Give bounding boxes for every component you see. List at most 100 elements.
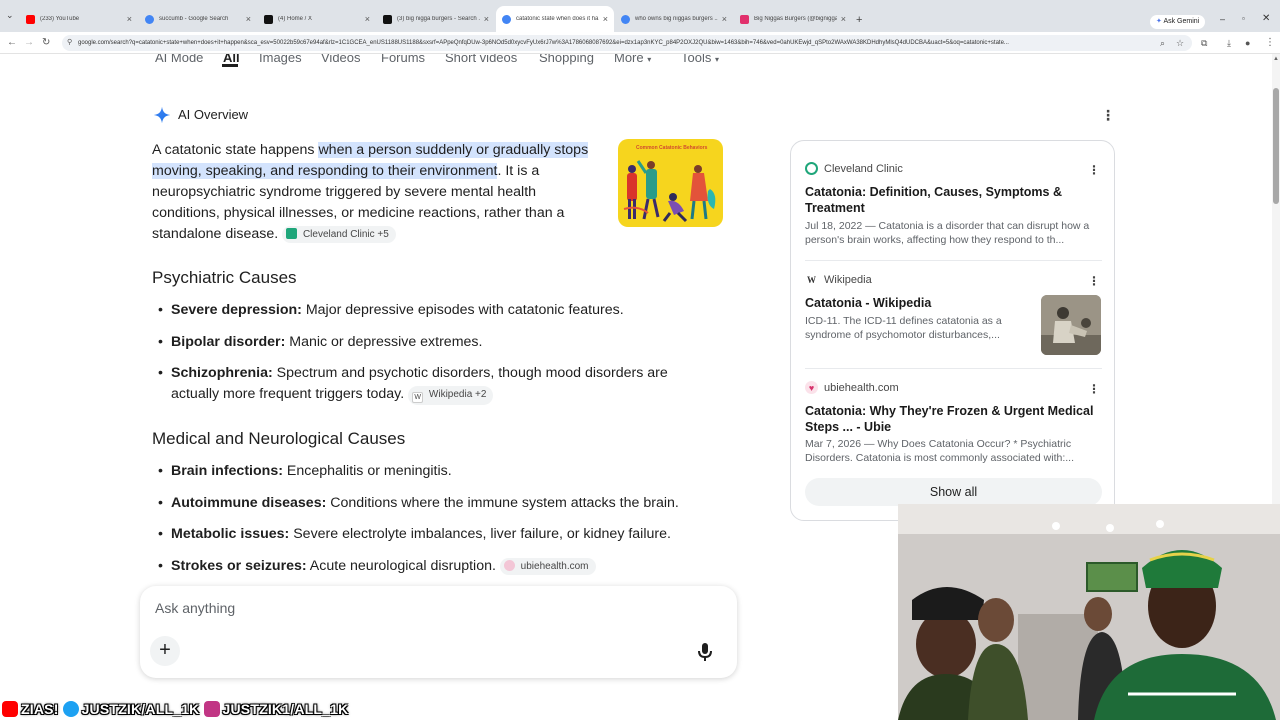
close-tab-icon[interactable]: × xyxy=(127,14,132,24)
browser-tab[interactable]: who owns big niggas burgers ... × xyxy=(615,6,733,32)
tab-short-videos[interactable]: Short videos xyxy=(445,54,517,65)
youtube-favicon-icon xyxy=(26,14,35,24)
scroll-up-arrow-icon[interactable]: ▲ xyxy=(1273,56,1279,62)
tab-title: who owns big niggas burgers ... xyxy=(635,16,718,22)
source-snippet: Mar 7, 2026 — Why Does Catatonia Occur? … xyxy=(805,438,1075,464)
microphone-icon[interactable] xyxy=(693,640,717,664)
social-handles-overlay: ZIAS! JUSTZIK/ALL_1K JUSTZIK1/ALL_1K xyxy=(0,697,420,720)
list-item-text: Acute neurological disruption. xyxy=(306,558,496,574)
tab-videos[interactable]: Videos xyxy=(321,54,361,65)
tab-tools-label: Tools xyxy=(681,54,712,65)
source-site[interactable]: W Wikipedia xyxy=(805,273,872,286)
source-snippet: Jul 18, 2022 — Catatonia is a disorder t… xyxy=(805,220,1090,246)
divider xyxy=(805,260,1102,261)
list-item-term: Metabolic issues: xyxy=(171,526,290,542)
maximize-window-icon[interactable]: ▫ xyxy=(1242,14,1245,23)
close-tab-icon[interactable]: × xyxy=(841,14,846,24)
reload-icon[interactable]: ↻ xyxy=(42,37,50,49)
intro-text: A catatonic state happens xyxy=(152,142,319,158)
downloads-icon[interactable]: ⤓ xyxy=(1227,37,1231,49)
url-text: google.com/search?q=catatonic+state+when… xyxy=(78,40,1009,46)
tab-tools[interactable]: Tools ▾ xyxy=(681,54,719,65)
source-menu-icon[interactable]: ⋮ xyxy=(1088,274,1100,288)
bookmark-star-icon[interactable]: ☆ xyxy=(1176,37,1184,49)
bullet-dot: • xyxy=(158,558,163,574)
tab-list-dropdown-icon[interactable]: ⌄ xyxy=(6,10,14,21)
catatonic-behaviors-thumbnail[interactable]: Common Catatonic Behaviors xyxy=(618,139,723,227)
close-window-icon[interactable]: ✕ xyxy=(1262,13,1270,24)
tab-shopping[interactable]: Shopping xyxy=(539,54,594,65)
browser-tab[interactable]: (4) Home / X × xyxy=(258,6,376,32)
extensions-icon[interactable]: ⧉ xyxy=(1201,37,1207,49)
google-favicon-icon xyxy=(621,14,630,24)
ai-overview-sparkle-icon xyxy=(153,106,171,124)
minimize-window-icon[interactable]: – xyxy=(1220,14,1225,24)
site-info-icon[interactable]: ⚲ xyxy=(67,35,72,51)
close-tab-icon[interactable]: × xyxy=(722,14,727,24)
page-scrollbar-thumb[interactable] xyxy=(1273,88,1279,204)
section-heading: Psychiatric Causes xyxy=(152,268,297,287)
source-site[interactable]: ♥ ubiehealth.com xyxy=(805,381,899,394)
ubie-heart-icon: ♥ xyxy=(805,381,818,394)
wikipedia-thumbnail-image[interactable] xyxy=(1041,295,1101,355)
instagram-logo-icon xyxy=(203,700,220,717)
add-attachment-button[interactable]: + xyxy=(150,636,180,666)
list-item-term: Autoimmune diseases: xyxy=(171,495,327,511)
source-menu-icon[interactable]: ⋮ xyxy=(1088,163,1100,177)
source-menu-icon[interactable]: ⋮ xyxy=(1088,382,1100,396)
tab-ai-mode[interactable]: AI Mode xyxy=(155,54,203,65)
close-tab-icon[interactable]: × xyxy=(484,14,489,24)
source-chip[interactable]: Cleveland Clinic +5 xyxy=(282,226,396,243)
ask-anything-input[interactable] xyxy=(155,600,695,616)
forward-arrow-icon[interactable]: → xyxy=(24,37,34,49)
source-site[interactable]: Cleveland Clinic xyxy=(805,162,903,175)
list-item: • Metabolic issues: Severe electrolyte i… xyxy=(158,524,718,545)
source-title-link[interactable]: Catatonia: Definition, Causes, Symptoms … xyxy=(805,184,1095,216)
twitter-handle: JUSTZIK/ALL_1K xyxy=(81,700,200,717)
url-field[interactable]: ⚲ google.com/search?q=catatonic+state+wh… xyxy=(62,35,1192,51)
browser-tab[interactable]: Big Niggas Burgers (@bignigga... × xyxy=(734,6,852,32)
back-arrow-icon[interactable]: ← xyxy=(7,37,17,49)
source-chip[interactable]: W Wikipedia +2 xyxy=(408,386,494,405)
wikipedia-logo-icon: W xyxy=(412,392,424,403)
show-all-button[interactable]: Show all xyxy=(805,478,1102,506)
source-title-link[interactable]: Catatonia: Why They're Frozen & Urgent M… xyxy=(805,403,1095,435)
close-tab-icon[interactable]: × xyxy=(365,14,370,24)
browser-tab[interactable]: (3) big nigga burgers - Search ... × xyxy=(377,6,495,32)
dropdown-caret-icon: ▾ xyxy=(714,55,719,64)
source-site-name: Cleveland Clinic xyxy=(824,162,903,175)
profile-icon[interactable]: ● xyxy=(1245,37,1250,49)
list-item-term: Severe depression: xyxy=(171,302,302,318)
source-title-link[interactable]: Catatonia - Wikipedia xyxy=(805,295,1030,311)
google-favicon-icon xyxy=(502,14,511,24)
ask-anything-box: + xyxy=(140,586,737,678)
tab-forums[interactable]: Forums xyxy=(381,54,425,65)
browser-tab[interactable]: (233) YouTube × xyxy=(20,6,138,32)
list-item: • Severe depression: Major depressive ep… xyxy=(158,300,718,321)
list-item-text: Encephalitis or meningitis. xyxy=(282,463,452,479)
close-tab-icon[interactable]: × xyxy=(246,14,251,24)
x-favicon-icon xyxy=(264,14,273,24)
section-heading: Medical and Neurological Causes xyxy=(152,429,406,448)
browser-tab-active[interactable]: catatonic state when does it ha... × xyxy=(496,6,614,32)
list-item-text: Major depressive episodes with catatonic… xyxy=(301,302,624,318)
sources-panel: Cleveland Clinic ⋮ Catatonia: Definition… xyxy=(790,140,1115,521)
tab-more[interactable]: More ▾ xyxy=(614,54,651,65)
zoom-icon[interactable]: ⌕ xyxy=(1160,37,1165,49)
source-chip[interactable]: ubiehealth.com xyxy=(499,558,596,575)
ai-overview-menu-icon[interactable]: ⋮ xyxy=(1101,108,1115,122)
close-tab-icon[interactable]: × xyxy=(603,14,608,24)
tab-title: (233) YouTube xyxy=(40,16,80,22)
new-tab-button[interactable]: + xyxy=(856,14,862,26)
tab-images[interactable]: Images xyxy=(259,54,302,65)
twitter-bird-icon xyxy=(62,700,79,717)
browser-tab-bar: ⌄ (233) YouTube × succumb - Google Searc… xyxy=(0,0,1280,32)
ask-gemini-button[interactable]: ✦ Ask Gemini xyxy=(1150,15,1206,29)
catatonia-illustration xyxy=(623,160,716,223)
historical-photo-illustration xyxy=(1041,295,1101,355)
webcam-overlay xyxy=(898,504,1280,720)
list-item-term: Schizophrenia: xyxy=(171,365,273,381)
browser-tab[interactable]: succumb - Google Search × xyxy=(139,6,257,32)
list-item-text: Conditions where the immune system attac… xyxy=(326,495,679,511)
browser-menu-icon[interactable]: ⋮ xyxy=(1265,37,1275,49)
